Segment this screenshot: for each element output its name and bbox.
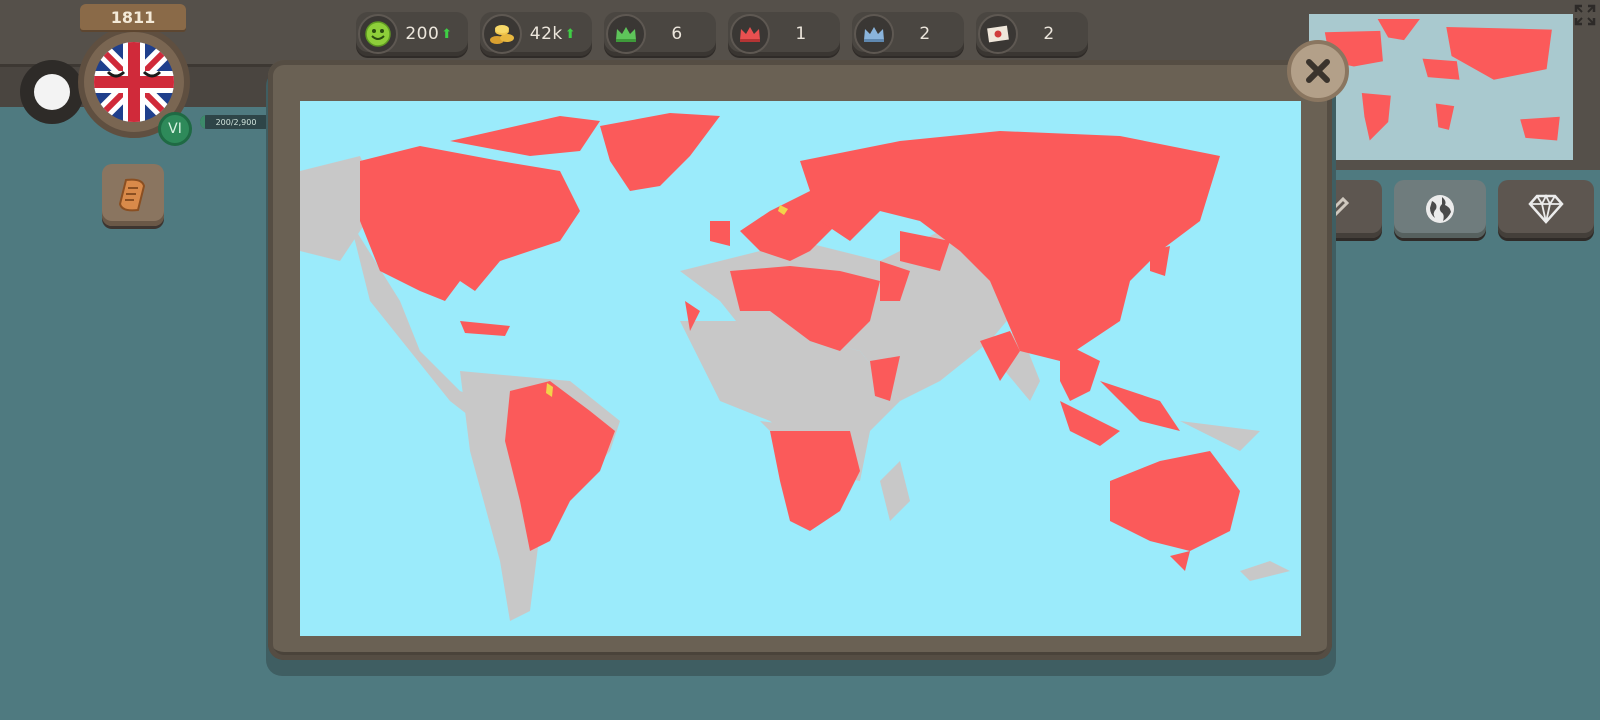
- smiley-icon: [358, 14, 398, 54]
- toggle-dot: [34, 74, 70, 110]
- xp-progress-bar: 200/2,900: [200, 115, 272, 129]
- scroll-icon: [118, 178, 146, 212]
- globe-button[interactable]: [1394, 180, 1486, 238]
- xp-text: 200/2,900: [215, 117, 257, 127]
- resource-allies[interactable]: 6: [604, 12, 716, 56]
- resource-happiness[interactable]: 200 ⬆: [356, 12, 468, 56]
- happiness-value: 200: [405, 24, 440, 44]
- scroll-button[interactable]: [102, 164, 164, 226]
- allies-value: 6: [671, 24, 683, 44]
- treaties-value: 2: [1043, 24, 1055, 44]
- diamond-icon: [1528, 193, 1564, 224]
- coins-icon: [482, 14, 522, 54]
- trend-up-icon: ⬆: [564, 26, 577, 42]
- rank-badge: VI: [158, 112, 192, 146]
- minimap[interactable]: [1309, 14, 1573, 160]
- uk-flag-avatar: [94, 42, 174, 122]
- letter-icon: [978, 14, 1018, 54]
- diamond-button[interactable]: [1498, 180, 1594, 238]
- year-label: 1811: [80, 4, 186, 30]
- resource-vassals[interactable]: 2: [852, 12, 964, 56]
- resource-enemies[interactable]: 1: [728, 12, 840, 56]
- blue-crown-icon: [854, 14, 894, 54]
- enemies-value: 1: [795, 24, 807, 44]
- red-crown-icon: [730, 14, 770, 54]
- vassals-value: 2: [919, 24, 931, 44]
- resource-gold[interactable]: 42k ⬆: [480, 12, 592, 56]
- trend-up-icon: ⬆: [441, 26, 453, 42]
- green-crown-icon: [606, 14, 646, 54]
- resource-treaties[interactable]: 2: [976, 12, 1088, 56]
- world-map-panel: [268, 60, 1332, 660]
- expand-icon[interactable]: [1574, 4, 1596, 30]
- toggle-knob[interactable]: [20, 60, 84, 124]
- gold-value: 42k: [529, 24, 563, 44]
- globe-icon: [1426, 195, 1454, 223]
- world-map[interactable]: [300, 101, 1301, 636]
- close-icon: [1306, 59, 1330, 83]
- close-button[interactable]: [1287, 40, 1349, 102]
